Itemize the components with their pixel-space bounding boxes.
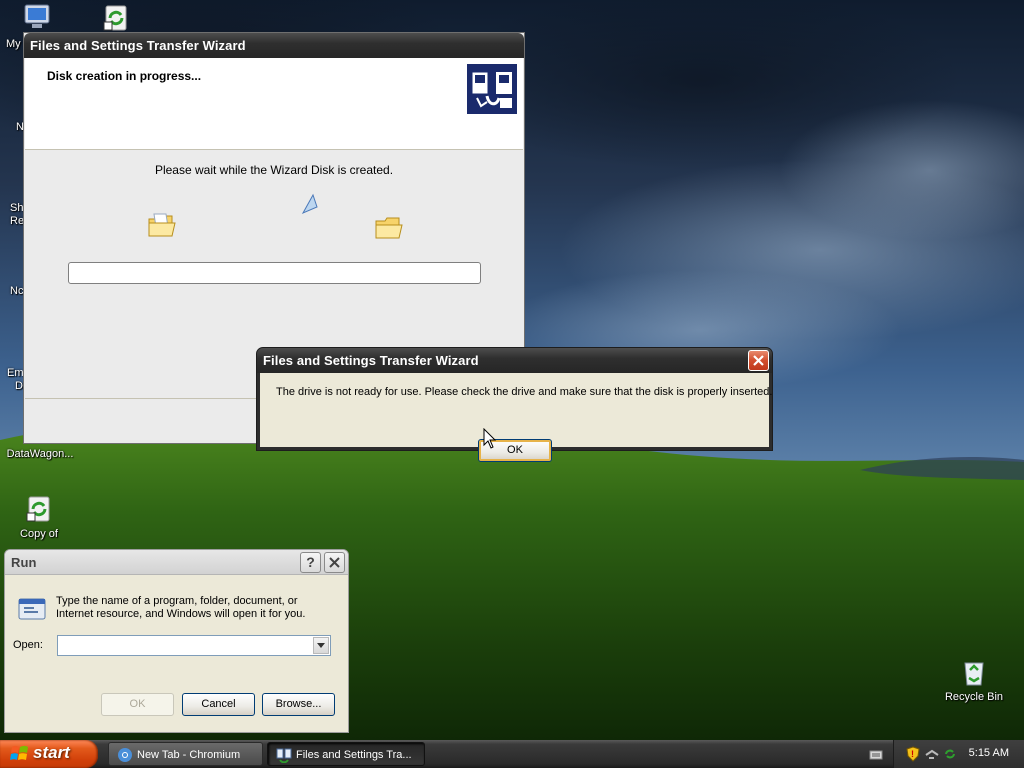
desktop-icon-recycle-bin[interactable]: Recycle Bin [936,656,1012,704]
taskbar: start New Tab - Chromium Files and Setti… [0,740,1024,768]
run-ok-button[interactable]: OK [101,693,174,716]
taskbar-button-transfer-wizard[interactable]: Files and Settings Tra... [267,742,425,766]
wizard-header: Disk creation in progress... [25,58,523,150]
svg-text:!: ! [911,749,914,759]
error-dialog: Files and Settings Transfer Wizard The d… [256,347,773,462]
error-dialog-title: Files and Settings Transfer Wizard [263,353,479,368]
mouse-cursor-icon [483,428,497,449]
run-dialog: Run ? Type the name of a program, folder… [4,549,349,733]
desktop-icon-datawagon[interactable]: DataWagon... [0,448,80,461]
start-button[interactable]: start [0,740,98,768]
run-dialog-body: Type the name of a program, folder, docu… [5,575,348,732]
open-dropdown-button[interactable] [313,637,329,654]
open-label: Open: [13,639,43,651]
run-browse-button[interactable]: Browse... [262,693,335,716]
sync-icon[interactable] [943,747,957,761]
error-dialog-close-button[interactable] [748,350,769,371]
disk-creation-progress-bar [68,262,481,284]
network-icon[interactable] [924,747,940,761]
security-shield-icon[interactable]: ! [906,746,920,762]
desktop-icon-label: Recycle Bin [944,691,1004,703]
desktop-icon-copy-of[interactable]: Copy of [1,493,77,541]
error-message: The drive is not ready for use. Please c… [276,386,773,398]
error-dialog-titlebar[interactable]: Files and Settings Transfer Wizard [257,348,772,373]
keyboard-icon[interactable] [869,749,883,761]
flying-document-icon [301,193,318,215]
desktop-icon-label: My [6,38,21,50]
close-icon [753,355,764,366]
recycle-bin-icon [964,662,984,686]
run-help-button[interactable]: ? [300,552,321,573]
run-program-icon [18,598,46,620]
shortcut-sync-icon [103,5,127,31]
run-close-button[interactable] [324,552,345,573]
desktop-icon-label: DataWagon... [6,448,74,460]
chromium-icon [118,748,132,762]
chevron-down-icon [317,643,325,648]
run-dialog-titlebar[interactable]: Run [5,550,348,575]
run-cancel-button[interactable]: Cancel [182,693,255,716]
close-icon [329,557,340,568]
my-computer-icon [24,4,50,28]
wizard-titlebar[interactable]: Files and Settings Transfer Wizard [24,33,524,58]
open-combobox[interactable] [57,635,331,656]
windows-logo-icon [10,745,28,760]
help-icon: ? [306,554,315,570]
error-dialog-body: The drive is not ready for use. Please c… [260,373,773,462]
sync-shortcut-icon [26,496,50,522]
clock[interactable]: 5:15 AM [969,747,1009,759]
transfer-wizard-logo-icon [467,64,517,114]
source-folder-icon [148,213,176,237]
wizard-message: Please wait while the Wizard Disk is cre… [154,163,394,177]
transfer-wizard-icon [276,748,292,763]
wizard-heading: Disk creation in progress... [47,69,202,83]
start-label: start [33,743,70,762]
wizard-title: Files and Settings Transfer Wizard [30,38,246,53]
taskbar-button-label: New Tab - Chromium [137,749,241,761]
taskbar-button-chromium[interactable]: New Tab - Chromium [108,742,263,766]
desktop-icon-label: Copy of [20,528,58,540]
run-dialog-title: Run [11,555,37,570]
taskbar-button-label: Files and Settings Tra... [296,749,412,761]
run-description: Type the name of a program, folder, docu… [56,595,306,620]
destination-folder-icon [375,217,403,239]
system-tray: ! 5:15 AM [893,740,1024,768]
